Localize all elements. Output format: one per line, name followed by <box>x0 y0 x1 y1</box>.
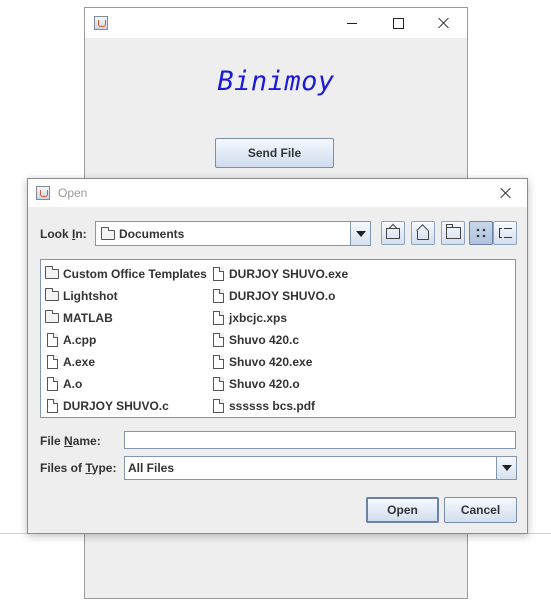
close-icon <box>438 17 450 29</box>
list-item[interactable]: DURJOY SHUVO.c <box>43 395 207 417</box>
list-item[interactable]: A.exe <box>43 351 207 373</box>
file-list-column: Custom Office Templates Lightshot MATLAB… <box>43 263 207 417</box>
folder-icon <box>101 227 115 240</box>
list-item[interactable]: Shuvo 420.c <box>209 329 348 351</box>
file-icon <box>46 355 58 369</box>
list-item[interactable]: DURJOY SHUVO.o <box>209 285 348 307</box>
files-of-type-label: Files of Type: <box>40 461 117 475</box>
java-app-icon <box>94 16 108 30</box>
dialog-title-bar[interactable]: Open <box>28 179 527 207</box>
list-item[interactable]: Lightshot <box>43 285 207 307</box>
list-item[interactable]: DURJOY SHUVO.exe <box>209 263 348 285</box>
up-one-level-icon <box>386 227 400 239</box>
file-icon <box>46 333 58 347</box>
files-of-type-value: All Files <box>128 461 175 475</box>
minimize-button[interactable] <box>329 8 375 38</box>
list-item[interactable]: Custom Office Templates <box>43 263 207 285</box>
up-one-level-button[interactable] <box>381 221 405 245</box>
file-name-label: File Name: <box>40 434 101 448</box>
java-app-icon <box>36 186 50 200</box>
file-name-field[interactable] <box>124 431 516 449</box>
open-dialog: Open Look In: Documents Custom Office Te… <box>27 178 528 534</box>
folder-icon <box>45 288 59 301</box>
file-icon <box>212 399 224 413</box>
files-of-type-dropdown-button[interactable] <box>496 457 516 479</box>
chevron-down-icon <box>355 230 366 237</box>
list-view-icon <box>475 227 487 239</box>
list-item[interactable]: MATLAB <box>43 307 207 329</box>
look-in-value: Documents <box>119 227 185 241</box>
dialog-title: Open <box>58 186 88 200</box>
file-icon <box>212 267 224 281</box>
home-button[interactable] <box>411 221 435 245</box>
folder-icon <box>45 310 59 323</box>
list-item[interactable]: Shuvo 420.exe <box>209 351 348 373</box>
file-list-column: DURJOY SHUVO.exe DURJOY SHUVO.o jxbcjc.x… <box>209 263 348 417</box>
files-of-type-combo[interactable]: All Files <box>124 456 517 480</box>
close-icon <box>500 187 512 199</box>
close-button[interactable] <box>421 8 467 38</box>
file-icon <box>46 377 58 391</box>
list-item[interactable]: jxbcjc.xps <box>209 307 348 329</box>
look-in-combo[interactable]: Documents <box>95 221 371 246</box>
dialog-close-button[interactable] <box>491 179 521 207</box>
list-item[interactable]: A.cpp <box>43 329 207 351</box>
file-icon <box>212 377 224 391</box>
app-title: Binimoy <box>217 66 335 97</box>
folder-icon <box>45 266 59 279</box>
new-folder-icon <box>445 224 461 239</box>
open-button[interactable]: Open <box>366 497 439 523</box>
chevron-down-icon <box>501 465 512 471</box>
list-view-button[interactable] <box>469 221 493 245</box>
file-icon <box>212 333 224 347</box>
look-in-label: Look In: <box>40 227 87 241</box>
maximize-button[interactable] <box>375 8 421 38</box>
list-item[interactable]: Shuvo 420.o <box>209 373 348 395</box>
details-view-button[interactable] <box>493 221 517 245</box>
home-icon <box>417 230 429 240</box>
file-icon <box>212 311 224 325</box>
send-file-button[interactable]: Send File <box>215 138 334 168</box>
list-item[interactable]: ssssss bcs.pdf <box>209 395 348 417</box>
list-item[interactable]: A.o <box>43 373 207 395</box>
file-icon <box>212 289 224 303</box>
details-view-icon <box>498 227 512 239</box>
cancel-button[interactable]: Cancel <box>444 497 517 523</box>
file-icon <box>46 399 58 413</box>
look-in-dropdown-button[interactable] <box>350 222 370 245</box>
maximize-icon <box>392 17 404 29</box>
main-title-bar[interactable] <box>85 8 467 38</box>
new-folder-button[interactable] <box>441 221 465 245</box>
file-icon <box>212 355 224 369</box>
file-list[interactable]: Custom Office Templates Lightshot MATLAB… <box>40 259 516 418</box>
minimize-icon <box>347 22 357 24</box>
